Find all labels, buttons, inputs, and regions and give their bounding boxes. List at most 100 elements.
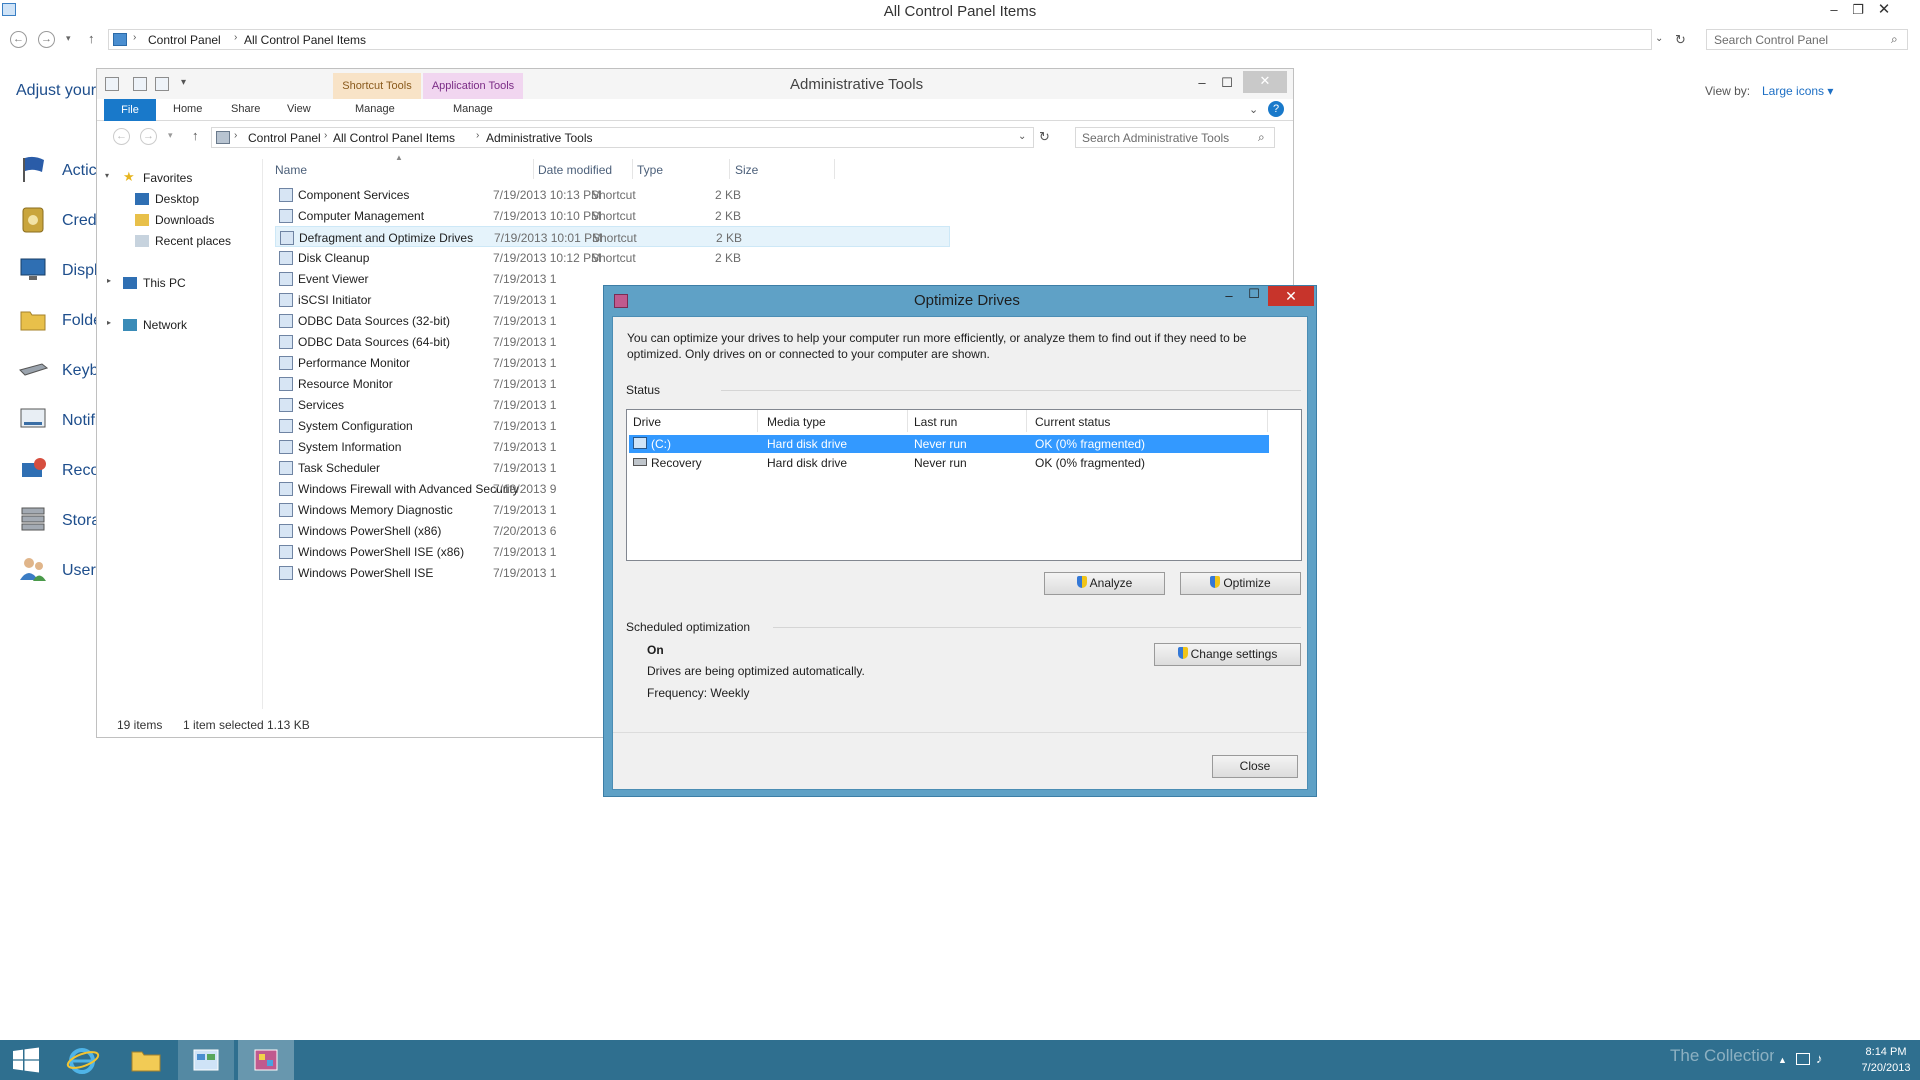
drives-column-drive[interactable]: Drive [633,415,661,429]
explorer-recent-icon[interactable]: ▾ [168,130,173,141]
drives-column-divider[interactable] [1026,410,1027,432]
view-by-dropdown[interactable]: Large icons ▾ [1762,84,1833,98]
cp-item-recovery[interactable]: Reco [18,452,99,488]
breadcrumb-control-panel[interactable]: Control Panel [248,131,321,145]
up-icon[interactable]: ↑ [88,31,95,46]
explorer-close-button[interactable]: ✕ [1243,71,1287,93]
cp-item-credential-manager[interactable]: Cred [18,202,98,238]
help-icon[interactable]: ? [1268,101,1284,117]
refresh-icon[interactable]: ↻ [1675,32,1686,48]
file-row-defragment[interactable]: Defragment and Optimize Drives 7/19/2013… [275,226,950,247]
tab-home[interactable]: Home [173,103,202,115]
qat-rename-icon[interactable] [155,77,169,91]
breadcrumb-control-panel[interactable]: Control Panel [148,33,221,47]
nav-recent-places[interactable]: Recent places [155,234,231,248]
tab-manage-shortcut[interactable]: Manage [355,103,395,115]
expand-network-icon[interactable]: ▸ [107,318,111,327]
qat-properties-icon[interactable] [105,77,119,91]
file-row-disk-cleanup[interactable]: Disk Cleanup 7/19/2013 10:12 PM Shortcut… [275,247,950,268]
drives-column-last-run[interactable]: Last run [914,415,957,429]
drives-column-media-type[interactable]: Media type [767,415,826,429]
cp-item-user-accounts[interactable]: User [18,552,98,588]
column-divider[interactable] [729,159,730,179]
explorer-up-icon[interactable]: ↑ [192,128,199,143]
control-panel-search-input[interactable]: Search Control Panel ⌕ [1706,29,1908,50]
taskbar-control-panel[interactable] [178,1040,234,1080]
tab-view[interactable]: View [287,103,311,115]
tab-manage-application[interactable]: Manage [453,103,493,115]
tab-share[interactable]: Share [231,103,260,115]
cp-item-notification-area[interactable]: Notifi [18,402,98,438]
breadcrumb-all-items[interactable]: All Control Panel Items [244,33,366,47]
breadcrumb-admin-tools[interactable]: Administrative Tools [486,131,593,145]
nav-this-pc[interactable]: This PC [143,276,186,290]
clock-time[interactable]: 8:14 PM [1854,1046,1918,1058]
explorer-maximize-button[interactable]: ☐ [1217,73,1237,93]
explorer-minimize-button[interactable]: – [1192,73,1212,93]
change-settings-button[interactable]: Change settings [1154,643,1301,666]
restore-button[interactable]: ❐ [1848,0,1868,20]
network-tray-icon[interactable] [1796,1053,1810,1065]
column-name[interactable]: Name [275,163,307,177]
column-date-modified[interactable]: Date modified [538,163,612,177]
nav-desktop[interactable]: Desktop [155,192,199,206]
analyze-button[interactable]: Analyze [1044,572,1165,595]
show-hidden-icons-icon[interactable]: ▲ [1778,1055,1787,1065]
recent-locations-icon[interactable]: ▾ [66,33,71,44]
minimize-button[interactable]: – [1824,0,1844,20]
explorer-forward-icon[interactable]: → [140,128,157,145]
drive-row-c[interactable]: (C:) Hard disk drive Never run OK (0% fr… [629,435,1269,453]
speaker-icon[interactable]: ♪ [1816,1051,1823,1066]
file-row-component-services[interactable]: Component Services 7/19/2013 10:13 PM Sh… [275,184,950,205]
qat-new-folder-icon[interactable] [133,77,147,91]
optimize-button[interactable]: Optimize [1180,572,1301,595]
explorer-refresh-icon[interactable]: ↻ [1039,129,1050,145]
control-panel-address-field[interactable]: › Control Panel › All Control Panel Item… [108,29,1686,50]
cp-item-storage-spaces[interactable]: Stora [18,502,100,538]
drive-row-recovery[interactable]: Recovery Hard disk drive Never run OK (0… [629,454,1269,472]
address-dropdown-icon[interactable]: ⌄ [1655,33,1663,44]
column-size[interactable]: Size [735,163,758,177]
drives-column-divider[interactable] [907,410,908,432]
drives-column-divider[interactable] [1267,410,1268,432]
ribbon-expand-icon[interactable]: ⌄ [1249,103,1258,116]
expand-thispc-icon[interactable]: ▸ [107,276,111,285]
nav-favorites[interactable]: Favorites [143,171,192,185]
pane-splitter[interactable] [262,159,263,709]
column-type[interactable]: Type [637,163,663,177]
search-icon[interactable]: ⌕ [1891,32,1898,47]
collapse-favorites-icon[interactable]: ▾ [105,171,109,180]
explorer-address-field[interactable]: › Control Panel › All Control Panel Item… [211,127,1034,148]
cp-item-keyboard[interactable]: Keyb [18,352,98,388]
column-divider[interactable] [632,159,633,179]
cp-item-display[interactable]: Displ [18,252,98,288]
nav-downloads[interactable]: Downloads [155,213,214,227]
clock-date[interactable]: 7/20/2013 [1854,1062,1918,1074]
dialog-minimize-button[interactable]: – [1219,286,1239,306]
taskbar-optimize-drives[interactable] [238,1040,294,1080]
forward-icon[interactable]: → [38,31,55,48]
back-icon[interactable]: ← [10,31,27,48]
taskbar-internet-explorer[interactable] [58,1040,114,1080]
close-button[interactable]: ✕ [1874,0,1894,20]
column-divider[interactable] [533,159,534,179]
cp-item-action-center[interactable]: Actic [18,152,98,188]
file-row-computer-management[interactable]: Computer Management 7/19/2013 10:10 PM S… [275,205,950,226]
qat-customize-icon[interactable]: ▾ [181,77,186,88]
dialog-close-x-button[interactable]: ✕ [1268,286,1314,306]
column-divider[interactable] [834,159,835,179]
nav-network[interactable]: Network [143,318,187,332]
breadcrumb-all-items[interactable]: All Control Panel Items [333,131,455,145]
drives-column-divider[interactable] [757,410,758,432]
start-button[interactable] [0,1040,56,1080]
tab-shortcut-tools[interactable]: Shortcut Tools [333,73,421,99]
explorer-back-icon[interactable]: ← [113,128,130,145]
cp-item-folder-options[interactable]: Folde [18,302,102,338]
tab-application-tools[interactable]: Application Tools [423,73,523,99]
drives-column-current-status[interactable]: Current status [1035,415,1110,429]
search-icon[interactable]: ⌕ [1258,130,1265,145]
taskbar-file-explorer[interactable] [118,1040,174,1080]
tab-file[interactable]: File [104,99,156,121]
explorer-address-dropdown-icon[interactable]: ⌄ [1018,131,1026,142]
close-button[interactable]: Close [1212,755,1298,778]
